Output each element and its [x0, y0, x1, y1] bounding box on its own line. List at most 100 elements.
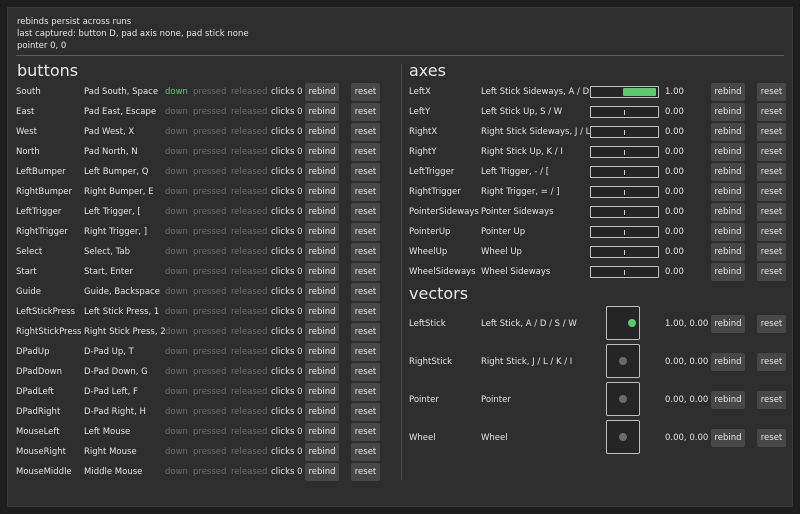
axis-row: LeftX Left Stick Sideways, A / D 1.00 rebin… [409, 83, 789, 101]
button-binding: Right Trigger, ] [84, 227, 148, 237]
rebind-button[interactable]: rebind [305, 323, 339, 341]
reset-button[interactable]: reset [757, 263, 786, 281]
axis-value: 0.00 [665, 267, 684, 277]
rebind-button[interactable]: rebind [305, 383, 339, 401]
click-count: clicks 0 [271, 287, 303, 297]
reset-button[interactable]: reset [351, 243, 380, 261]
reset-button[interactable]: reset [351, 463, 380, 481]
rebind-button[interactable]: rebind [711, 243, 745, 261]
reset-button[interactable]: reset [351, 123, 380, 141]
reset-button[interactable]: reset [757, 429, 786, 447]
reset-button[interactable]: reset [757, 203, 786, 221]
reset-button[interactable]: reset [351, 383, 380, 401]
rebind-button[interactable]: rebind [711, 163, 745, 181]
rebind-button[interactable]: rebind [305, 443, 339, 461]
reset-button[interactable]: reset [351, 83, 380, 101]
reset-button[interactable]: reset [757, 103, 786, 121]
reset-button[interactable]: reset [757, 143, 786, 161]
rebind-button[interactable]: rebind [711, 123, 745, 141]
button-name: RightTrigger [16, 227, 68, 237]
click-count: clicks 0 [271, 307, 303, 317]
reset-button[interactable]: reset [757, 183, 786, 201]
reset-button[interactable]: reset [757, 223, 786, 241]
divider-top [16, 55, 784, 56]
rebind-button[interactable]: rebind [711, 103, 745, 121]
axis-level-bar [590, 166, 659, 178]
click-count: clicks 0 [271, 227, 303, 237]
reset-button[interactable]: reset [757, 163, 786, 181]
reset-button[interactable]: reset [757, 391, 786, 409]
reset-button[interactable]: reset [351, 423, 380, 441]
axis-value: 0.00 [665, 227, 684, 237]
rebind-button[interactable]: rebind [711, 429, 745, 447]
rebind-button[interactable]: rebind [305, 463, 339, 481]
button-binding: D-Pad Up, T [84, 347, 134, 357]
reset-button[interactable]: reset [757, 315, 786, 333]
rebind-button[interactable]: rebind [305, 303, 339, 321]
rebind-button[interactable]: rebind [711, 223, 745, 241]
state-down: down [165, 127, 188, 137]
reset-button[interactable]: reset [351, 283, 380, 301]
state-pressed: pressed [193, 107, 227, 117]
rebind-button[interactable]: rebind [305, 263, 339, 281]
state-released: released [231, 407, 268, 417]
rebind-button[interactable]: rebind [305, 103, 339, 121]
button-name: DPadDown [16, 367, 62, 377]
reset-button[interactable]: reset [351, 443, 380, 461]
reset-button[interactable]: reset [351, 343, 380, 361]
rebind-button[interactable]: rebind [305, 143, 339, 161]
rebind-button[interactable]: rebind [305, 403, 339, 421]
rebind-button[interactable]: rebind [711, 83, 745, 101]
rebind-button[interactable]: rebind [711, 183, 745, 201]
state-released: released [231, 367, 268, 377]
reset-button[interactable]: reset [351, 303, 380, 321]
state-down: down [165, 367, 188, 377]
vector-stick-dot [628, 319, 636, 327]
rebind-button[interactable]: rebind [711, 203, 745, 221]
reset-button[interactable]: reset [351, 403, 380, 421]
rebind-button[interactable]: rebind [711, 353, 745, 371]
state-pressed: pressed [193, 187, 227, 197]
reset-button[interactable]: reset [351, 323, 380, 341]
reset-button[interactable]: reset [351, 143, 380, 161]
reset-button[interactable]: reset [757, 353, 786, 371]
button-row: DPadRight D-Pad Right, H down pressed releas… [16, 403, 396, 421]
reset-button[interactable]: reset [351, 163, 380, 181]
reset-button[interactable]: reset [351, 223, 380, 241]
rebind-button[interactable]: rebind [711, 263, 745, 281]
rebind-button[interactable]: rebind [305, 343, 339, 361]
rebind-button[interactable]: rebind [305, 203, 339, 221]
reset-button[interactable]: reset [351, 183, 380, 201]
rebind-button[interactable]: rebind [305, 423, 339, 441]
vector-binding: Wheel [481, 433, 508, 443]
reset-button[interactable]: reset [351, 263, 380, 281]
vectors-heading: vectors [409, 284, 469, 303]
axis-name: RightY [409, 147, 437, 157]
rebind-button[interactable]: rebind [305, 83, 339, 101]
axis-value: 1.00 [665, 87, 684, 97]
rebind-button[interactable]: rebind [305, 183, 339, 201]
rebind-button[interactable]: rebind [711, 315, 745, 333]
button-row: DPadUp D-Pad Up, T down pressed released clic… [16, 343, 396, 361]
axis-center-mark [624, 230, 625, 235]
rebind-button[interactable]: rebind [305, 363, 339, 381]
reset-button[interactable]: reset [757, 83, 786, 101]
rebind-button[interactable]: rebind [305, 223, 339, 241]
axis-level-bar [590, 106, 659, 118]
axis-row: PointerUp Pointer Up 0.00 rebind reset [409, 223, 789, 241]
click-count: clicks 0 [271, 387, 303, 397]
rebind-button[interactable]: rebind [711, 391, 745, 409]
rebind-button[interactable]: rebind [711, 143, 745, 161]
rebind-button[interactable]: rebind [305, 283, 339, 301]
button-name: LeftTrigger [16, 207, 62, 217]
rebind-button[interactable]: rebind [305, 123, 339, 141]
reset-button[interactable]: reset [351, 363, 380, 381]
reset-button[interactable]: reset [757, 123, 786, 141]
state-pressed: pressed [193, 427, 227, 437]
reset-button[interactable]: reset [757, 243, 786, 261]
state-released: released [231, 287, 268, 297]
reset-button[interactable]: reset [351, 203, 380, 221]
reset-button[interactable]: reset [351, 103, 380, 121]
rebind-button[interactable]: rebind [305, 163, 339, 181]
rebind-button[interactable]: rebind [305, 243, 339, 261]
